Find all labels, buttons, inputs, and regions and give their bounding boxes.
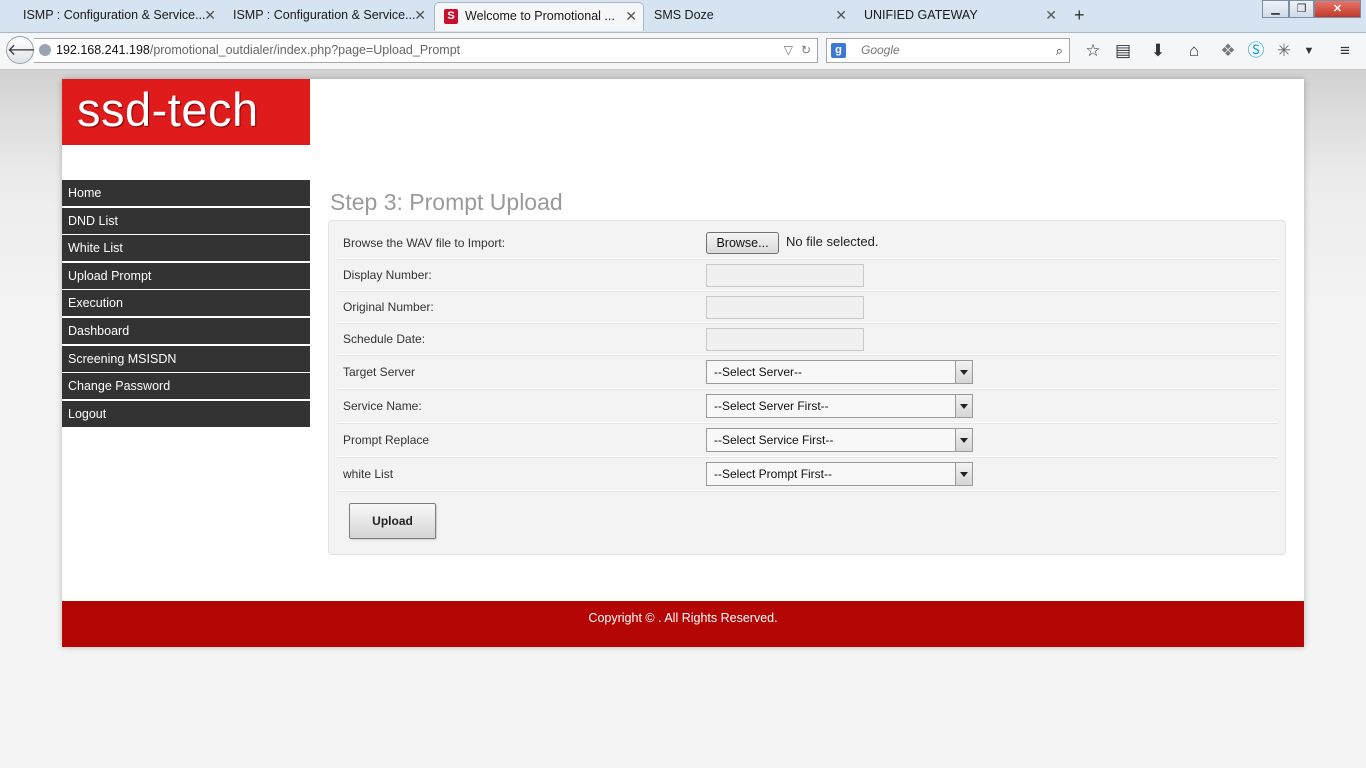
- prompt-upload-form: Browse the WAV file to Import: Browse...…: [328, 220, 1286, 555]
- window-close-button[interactable]: ✕: [1314, 0, 1361, 18]
- original-number-field[interactable]: [706, 296, 864, 319]
- logo-text: ssd-tech: [77, 83, 259, 136]
- target-server-value: --Select Server--: [714, 365, 803, 379]
- white-list-label: white List: [343, 467, 394, 481]
- browser-tab[interactable]: SMS Doze ✕: [631, 2, 853, 31]
- display-number-field[interactable]: [706, 264, 864, 287]
- chevron-down-icon: [955, 463, 972, 485]
- search-icon[interactable]: ⌕: [1056, 39, 1063, 62]
- close-icon[interactable]: ✕: [1045, 2, 1057, 29]
- tab-title: Welcome to Promotional ...: [465, 9, 615, 23]
- form-row-white-list: white List --Select Prompt First--: [337, 457, 1278, 491]
- sidebar-item-logout[interactable]: Logout: [62, 400, 310, 427]
- browser-tab[interactable]: ISMP : Configuration & Service... ✕: [0, 2, 222, 31]
- chevron-down-icon: [955, 429, 972, 451]
- globe-icon: [39, 44, 51, 56]
- display-number-label: Display Number:: [343, 268, 432, 282]
- upload-button[interactable]: Upload: [349, 503, 436, 539]
- service-name-value: --Select Server First--: [714, 399, 829, 413]
- service-name-select[interactable]: --Select Server First--: [706, 394, 973, 418]
- url-host: 192.168.241.198: [56, 43, 150, 57]
- browser-tab[interactable]: UNIFIED GATEWAY ✕: [841, 2, 1063, 31]
- browse-label: Browse the WAV file to Import:: [343, 236, 506, 250]
- white-list-select[interactable]: --Select Prompt First--: [706, 462, 973, 486]
- form-row-service-name: Service Name: --Select Server First--: [337, 389, 1278, 423]
- form-row-original-number: Original Number:: [337, 291, 1278, 323]
- chevron-down-icon: [955, 395, 972, 417]
- bug-icon[interactable]: ✳: [1273, 41, 1295, 61]
- form-row-prompt-replace: Prompt Replace --Select Service First--: [337, 423, 1278, 457]
- sidebar-item-screening-msisdn[interactable]: Screening MSISDN: [62, 345, 310, 372]
- form-row-file: Browse the WAV file to Import: Browse...…: [337, 229, 1278, 259]
- url-path: /promotional_outdialer/index.php?page=Up…: [149, 43, 461, 57]
- new-tab-button[interactable]: +: [1074, 5, 1085, 26]
- dropdown-icon[interactable]: ▼: [1298, 41, 1320, 61]
- page-title: Step 3: Prompt Upload: [330, 189, 563, 215]
- file-status: No file selected.: [786, 234, 879, 249]
- sidebar-item-dnd-list[interactable]: DND List: [62, 207, 310, 234]
- url-dropdown-icon[interactable]: ▽: [784, 39, 793, 62]
- form-row-target-server: Target Server --Select Server--: [337, 355, 1278, 389]
- browse-button[interactable]: Browse...: [706, 232, 779, 254]
- browser-tab-active[interactable]: S Welcome to Promotional ... ✕: [434, 2, 644, 31]
- service-name-label: Service Name:: [343, 399, 422, 413]
- form-row-display-number: Display Number:: [337, 259, 1278, 291]
- logo: ssd-tech: [62, 79, 310, 145]
- form-row-schedule-date: Schedule Date:: [337, 323, 1278, 355]
- sidebar-item-upload-prompt[interactable]: Upload Prompt: [62, 262, 310, 289]
- page-container: ssd-tech Home DND List White List Upload…: [62, 79, 1304, 647]
- sidebar-item-home[interactable]: Home: [62, 180, 310, 206]
- sidebar-item-change-password[interactable]: Change Password: [62, 373, 310, 400]
- reading-list-icon[interactable]: ▤: [1112, 41, 1134, 61]
- sidebar-item-execution[interactable]: Execution: [62, 290, 310, 317]
- schedule-date-field[interactable]: [706, 328, 864, 351]
- download-icon[interactable]: ⬇: [1147, 41, 1169, 61]
- chevron-down-icon: [955, 361, 972, 383]
- tab-strip: ISMP : Configuration & Service... ✕ ISMP…: [0, 0, 1366, 33]
- home-icon[interactable]: ⌂: [1183, 41, 1205, 61]
- navigation-toolbar: 🡐 192.168.241.198/promotional_outdialer/…: [0, 33, 1366, 70]
- minimize-button[interactable]: ▁: [1262, 0, 1289, 18]
- bookmark-star-icon[interactable]: ☆: [1082, 41, 1104, 61]
- target-server-label: Target Server: [343, 365, 416, 379]
- maximize-button[interactable]: ❐: [1289, 0, 1314, 18]
- reload-icon[interactable]: ↻: [801, 39, 811, 62]
- browser-tab[interactable]: ISMP : Configuration & Service... ✕: [210, 2, 432, 31]
- tab-title: ISMP : Configuration & Service...: [233, 8, 416, 22]
- target-server-select[interactable]: --Select Server--: [706, 360, 973, 384]
- tab-title: ISMP : Configuration & Service...: [23, 8, 206, 22]
- sidebar-menu: Home DND List White List Upload Prompt E…: [62, 180, 310, 428]
- search-input[interactable]: g Google ⌕: [826, 38, 1070, 63]
- close-icon[interactable]: ✕: [414, 2, 426, 29]
- sidebar-item-white-list[interactable]: White List: [62, 235, 310, 262]
- search-placeholder: Google: [861, 43, 900, 57]
- tab-title: UNIFIED GATEWAY: [864, 8, 978, 22]
- skype-icon[interactable]: Ⓢ: [1245, 41, 1267, 61]
- site-favicon-icon: S: [444, 9, 458, 24]
- original-number-label: Original Number:: [343, 300, 434, 314]
- search-engine-icon[interactable]: g: [831, 43, 846, 58]
- prompt-replace-label: Prompt Replace: [343, 433, 430, 447]
- page-viewport: ssd-tech Home DND List White List Upload…: [0, 70, 1366, 768]
- back-button[interactable]: 🡐: [6, 36, 50, 64]
- tab-title: SMS Doze: [654, 8, 714, 22]
- schedule-date-label: Schedule Date:: [343, 332, 426, 346]
- extension-icon[interactable]: ❖: [1217, 41, 1239, 61]
- sidebar-item-dashboard[interactable]: Dashboard: [62, 317, 310, 344]
- footer: Copyright © . All Rights Reserved.: [62, 601, 1304, 647]
- prompt-replace-value: --Select Service First--: [714, 433, 834, 447]
- white-list-value: --Select Prompt First--: [714, 467, 833, 481]
- prompt-replace-select[interactable]: --Select Service First--: [706, 428, 973, 452]
- copyright-text: Copyright © . All Rights Reserved.: [588, 611, 778, 625]
- menu-icon[interactable]: ≡: [1334, 41, 1356, 61]
- address-bar[interactable]: 192.168.241.198/promotional_outdialer/in…: [34, 38, 818, 63]
